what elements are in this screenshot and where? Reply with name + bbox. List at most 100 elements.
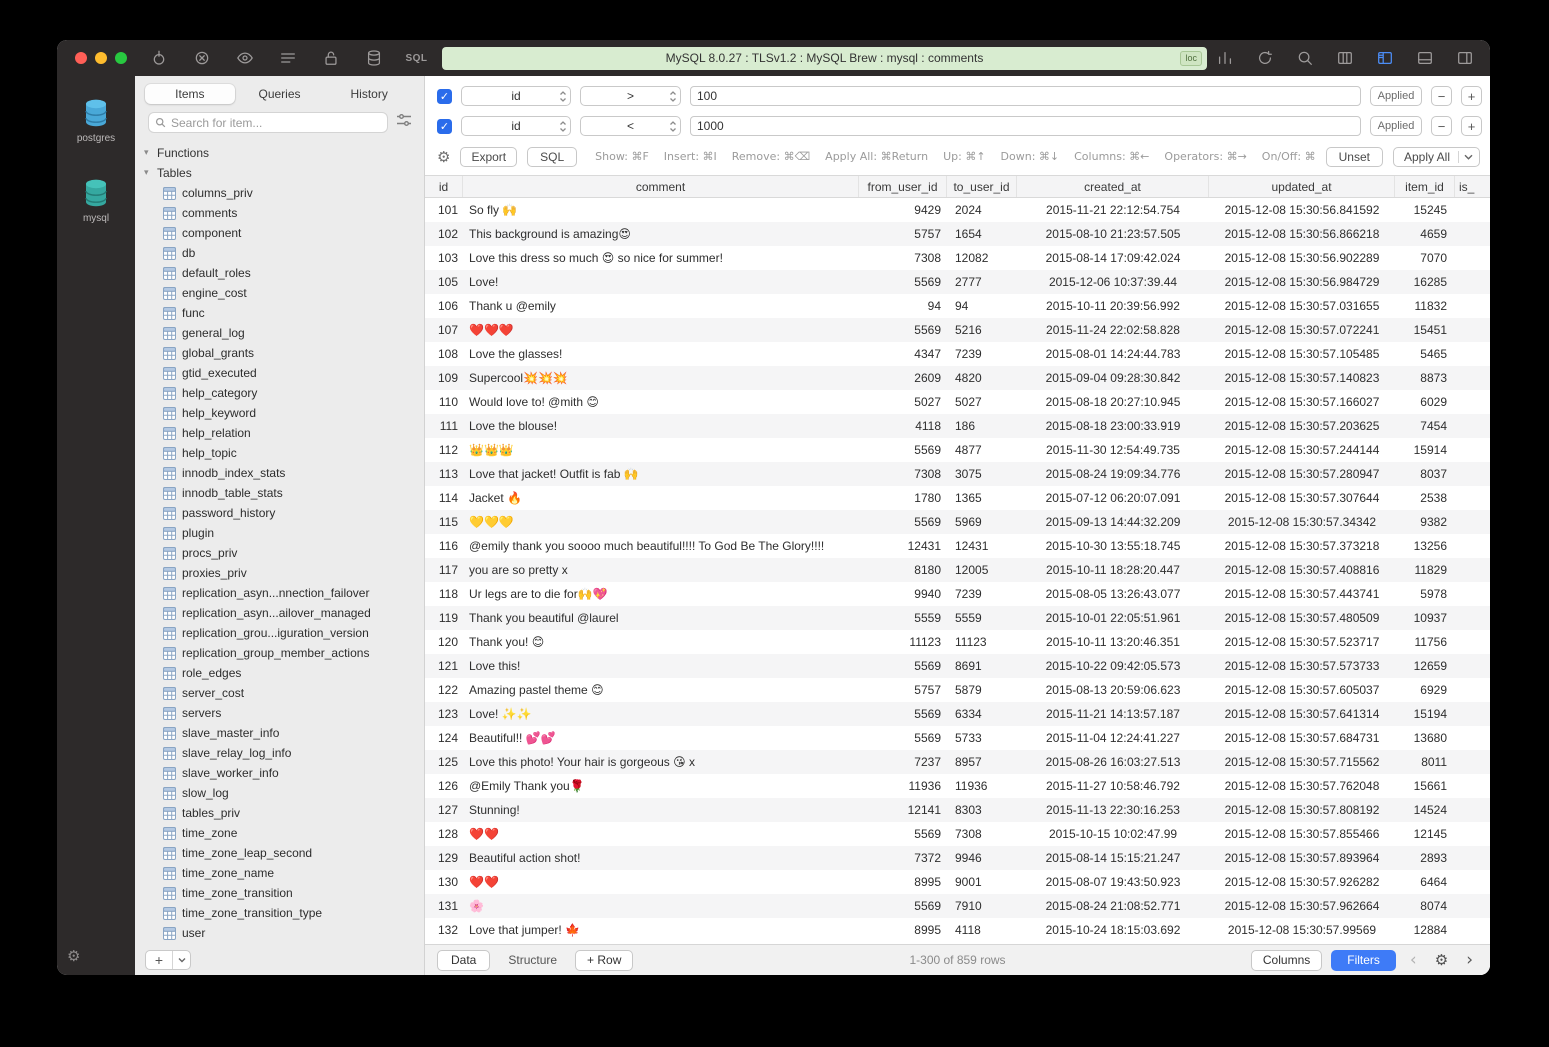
table-row[interactable]: 114Jacket 🔥178013652015-07-12 06:20:07.0… — [425, 486, 1490, 510]
cell-to_user_id[interactable]: 5733 — [947, 726, 1017, 750]
sidebar-table-item[interactable]: global_grants — [135, 343, 424, 363]
cell-comment[interactable]: you are so pretty x — [463, 558, 859, 582]
cell-updated_at[interactable]: 2015-12-08 15:30:56.984729 — [1209, 270, 1395, 294]
cell-created_at[interactable]: 2015-10-11 18:28:20.447 — [1017, 558, 1209, 582]
cell-item_id[interactable]: 13256 — [1395, 534, 1455, 558]
cell-is_[interactable] — [1455, 486, 1490, 510]
cell-from_user_id[interactable]: 11123 — [859, 630, 947, 654]
sidebar-table-item[interactable]: time_zone — [135, 823, 424, 843]
cell-from_user_id[interactable]: 5569 — [859, 270, 947, 294]
cell-updated_at[interactable]: 2015-12-08 15:30:56.841592 — [1209, 198, 1395, 222]
sidebar-table-item[interactable]: role_edges — [135, 663, 424, 683]
table-row[interactable]: 113Love that jacket! Outfit is fab 🙌7308… — [425, 462, 1490, 486]
sidebar-table-item[interactable]: tables_priv — [135, 803, 424, 823]
search-icon[interactable] — [1295, 49, 1314, 68]
cell-to_user_id[interactable]: 12082 — [947, 246, 1017, 270]
apply-all-button[interactable]: Apply All — [1393, 147, 1480, 167]
cell-created_at[interactable]: 2015-10-11 13:20:46.351 — [1017, 630, 1209, 654]
cell-is_[interactable] — [1455, 198, 1490, 222]
sidebar-table-item[interactable]: user — [135, 923, 424, 943]
cell-to_user_id[interactable]: 7239 — [947, 342, 1017, 366]
cell-updated_at[interactable]: 2015-12-08 15:30:57.443741 — [1209, 582, 1395, 606]
cell-comment[interactable]: 🌸 — [463, 894, 859, 918]
cell-item_id[interactable]: 8037 — [1395, 462, 1455, 486]
cell-item_id[interactable]: 8011 — [1395, 750, 1455, 774]
connection-mysql[interactable]: mysql — [83, 178, 109, 224]
cell-item_id[interactable]: 15914 — [1395, 438, 1455, 462]
table-row[interactable]: 110Would love to! @mith 😊502750272015-08… — [425, 390, 1490, 414]
cell-item_id[interactable]: 2893 — [1395, 846, 1455, 870]
cell-created_at[interactable]: 2015-10-24 18:15:03.692 — [1017, 918, 1209, 942]
cell-updated_at[interactable]: 2015-12-08 15:30:56.902289 — [1209, 246, 1395, 270]
cell-updated_at[interactable]: 2015-12-08 15:30:57.307644 — [1209, 486, 1395, 510]
cell-id[interactable]: 131 — [425, 894, 463, 918]
cell-item_id[interactable]: 15661 — [1395, 774, 1455, 798]
toggle-bottom-panel-icon[interactable] — [1415, 49, 1434, 68]
cell-created_at[interactable]: 2015-09-13 14:44:32.209 — [1017, 510, 1209, 534]
cell-comment[interactable]: @Emily Thank you🌹 — [463, 774, 859, 798]
cell-updated_at[interactable]: 2015-12-08 15:30:57.244144 — [1209, 438, 1395, 462]
cell-id[interactable]: 118 — [425, 582, 463, 606]
cell-id[interactable]: 122 — [425, 678, 463, 702]
cell-id[interactable]: 116 — [425, 534, 463, 558]
cell-item_id[interactable]: 5465 — [1395, 342, 1455, 366]
cell-from_user_id[interactable]: 5569 — [859, 894, 947, 918]
cell-is_[interactable] — [1455, 390, 1490, 414]
cell-from_user_id[interactable]: 5027 — [859, 390, 947, 414]
cell-created_at[interactable]: 2015-10-22 09:42:05.573 — [1017, 654, 1209, 678]
sidebar-table-item[interactable]: help_category — [135, 383, 424, 403]
cell-created_at[interactable]: 2015-08-01 14:24:44.783 — [1017, 342, 1209, 366]
connection-postgres[interactable]: postgres — [77, 98, 115, 144]
cell-item_id[interactable]: 6929 — [1395, 678, 1455, 702]
cell-from_user_id[interactable]: 1780 — [859, 486, 947, 510]
cell-from_user_id[interactable]: 5569 — [859, 654, 947, 678]
cell-to_user_id[interactable]: 4118 — [947, 918, 1017, 942]
sidebar-table-item[interactable]: general_log — [135, 323, 424, 343]
sidebar-table-item[interactable]: component — [135, 223, 424, 243]
table-row[interactable]: 112👑👑👑556948772015-11-30 12:54:49.735201… — [425, 438, 1490, 462]
sidebar-table-item[interactable]: slave_master_info — [135, 723, 424, 743]
cell-to_user_id[interactable]: 1365 — [947, 486, 1017, 510]
cell-is_[interactable] — [1455, 630, 1490, 654]
cell-from_user_id[interactable]: 4118 — [859, 414, 947, 438]
cell-created_at[interactable]: 2015-08-24 19:09:34.776 — [1017, 462, 1209, 486]
cell-comment[interactable]: Ur legs are to die for🙌💖 — [463, 582, 859, 606]
cell-from_user_id[interactable]: 8995 — [859, 870, 947, 894]
cell-comment[interactable]: This background is amazing😍 — [463, 222, 859, 246]
cell-is_[interactable] — [1455, 318, 1490, 342]
cell-is_[interactable] — [1455, 846, 1490, 870]
filter-operator-select[interactable]: < — [580, 116, 681, 136]
table-row[interactable]: 119Thank you beautiful @laurel5559555920… — [425, 606, 1490, 630]
cell-is_[interactable] — [1455, 342, 1490, 366]
filter-add-button[interactable]: + — [1461, 86, 1482, 106]
cell-id[interactable]: 132 — [425, 918, 463, 942]
cell-to_user_id[interactable]: 9946 — [947, 846, 1017, 870]
cell-id[interactable]: 115 — [425, 510, 463, 534]
cell-id[interactable]: 127 — [425, 798, 463, 822]
cell-is_[interactable] — [1455, 222, 1490, 246]
cell-comment[interactable]: 👑👑👑 — [463, 438, 859, 462]
cell-item_id[interactable]: 16285 — [1395, 270, 1455, 294]
cell-comment[interactable]: ❤️❤️ — [463, 870, 859, 894]
sidebar-search-box[interactable] — [148, 112, 388, 133]
cell-id[interactable]: 112 — [425, 438, 463, 462]
table-row[interactable]: 126@Emily Thank you🌹11936119362015-11-27… — [425, 774, 1490, 798]
cell-to_user_id[interactable]: 8957 — [947, 750, 1017, 774]
refresh-icon[interactable] — [1255, 49, 1274, 68]
cell-item_id[interactable]: 14524 — [1395, 798, 1455, 822]
cell-from_user_id[interactable]: 9429 — [859, 198, 947, 222]
filter-applied-button[interactable]: Applied — [1370, 86, 1422, 106]
cell-to_user_id[interactable]: 5559 — [947, 606, 1017, 630]
table-row[interactable]: 102This background is amazing😍5757165420… — [425, 222, 1490, 246]
prev-page-icon[interactable]: ‹ — [1405, 952, 1422, 969]
cell-updated_at[interactable]: 2015-12-08 15:30:57.715562 — [1209, 750, 1395, 774]
table-row[interactable]: 120Thank you! 😊11123111232015-10-11 13:2… — [425, 630, 1490, 654]
filter-applied-button[interactable]: Applied — [1370, 116, 1422, 136]
cell-created_at[interactable]: 2015-08-05 13:26:43.077 — [1017, 582, 1209, 606]
cell-to_user_id[interactable]: 11936 — [947, 774, 1017, 798]
cell-to_user_id[interactable]: 5969 — [947, 510, 1017, 534]
sidebar-table-item[interactable]: procs_priv — [135, 543, 424, 563]
cell-item_id[interactable]: 10937 — [1395, 606, 1455, 630]
cell-created_at[interactable]: 2015-08-10 21:23:57.505 — [1017, 222, 1209, 246]
cell-from_user_id[interactable]: 4347 — [859, 342, 947, 366]
